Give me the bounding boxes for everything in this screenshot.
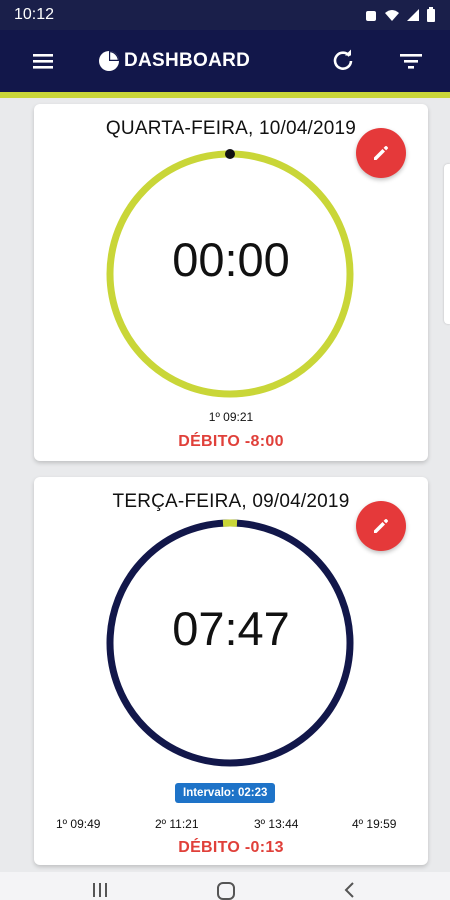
progress-marker [225,149,235,159]
edit-button[interactable] [356,501,406,551]
edit-icon [374,518,389,533]
debit-text: DÉBITO -0:13 [178,839,284,856]
punch-time: 4º 19:59 [352,817,397,831]
system-nav-bar [0,872,450,900]
signal-icon [407,9,419,21]
menu-icon[interactable] [30,50,56,72]
punch-list: 1º 09:49 2º 11:21 3º 13:44 4º 19:59 [34,817,428,833]
debit-text: DÉBITO -8:00 [178,433,284,450]
status-bar: 10:12 [0,0,450,30]
app-bar-accent [0,92,450,98]
battery-icon [427,7,435,22]
edit-icon [374,145,389,160]
interval-badge: Intervalo: 02:23 [175,783,276,803]
timer-display: 07:47 [172,602,290,655]
refresh-icon[interactable] [330,48,356,74]
home-icon[interactable] [216,882,236,900]
page-title: DASHBOARD [124,50,251,71]
day-card[interactable]: QUARTA-FEIRA, 10/04/2019 00:00 1º 09:21 … [34,104,428,461]
filter-icon[interactable] [398,50,424,72]
back-icon[interactable] [342,881,356,899]
pie-chart-icon [99,51,119,71]
wifi-icon [385,10,399,21]
edit-button[interactable] [356,128,406,178]
punch-time: 2º 11:21 [155,817,199,831]
status-time: 10:12 [14,6,55,23]
scroll-edge [444,164,450,324]
punch-time: 1º 09:21 [208,410,254,424]
day-card[interactable]: TERÇA-FEIRA, 09/04/2019 07:47 Intervalo:… [34,477,428,865]
app-bar: DASHBOARD [0,30,450,92]
recent-apps-icon[interactable] [91,882,109,898]
status-icons [364,7,436,23]
punch-time: 1º 09:49 [56,817,101,831]
timer-display: 00:00 [172,233,290,286]
alarm-icon [366,11,376,21]
punch-time: 3º 13:44 [254,817,299,831]
